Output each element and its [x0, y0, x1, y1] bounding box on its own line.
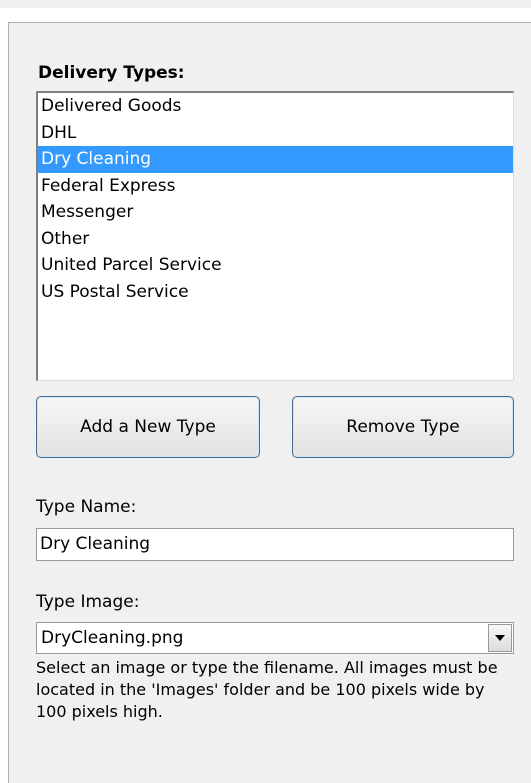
type-name-label: Type Name:: [36, 497, 137, 517]
add-new-type-button[interactable]: Add a New Type: [36, 396, 260, 458]
list-item[interactable]: Messenger: [38, 199, 513, 226]
delivery-types-listbox[interactable]: Delivered Goods DHL Dry Cleaning Federal…: [36, 91, 514, 381]
list-item[interactable]: US Postal Service: [38, 279, 513, 306]
list-item[interactable]: United Parcel Service: [38, 252, 513, 279]
list-item[interactable]: Other: [38, 226, 513, 253]
type-image-value[interactable]: DryCleaning.png: [41, 623, 183, 653]
chevron-down-icon: [495, 635, 505, 641]
list-item[interactable]: Dry Cleaning: [38, 146, 513, 173]
delivery-types-heading: Delivery Types:: [38, 63, 185, 83]
type-image-combobox[interactable]: DryCleaning.png: [36, 622, 514, 654]
list-item[interactable]: Federal Express: [38, 173, 513, 200]
type-name-input[interactable]: Dry Cleaning: [36, 528, 514, 561]
dropdown-button[interactable]: [488, 624, 512, 652]
top-strip: [0, 0, 531, 8]
type-image-help-text: Select an image or type the filename. Al…: [36, 658, 498, 721]
list-item[interactable]: DHL: [38, 120, 513, 147]
type-image-label: Type Image:: [36, 592, 140, 612]
list-item[interactable]: Delivered Goods: [38, 93, 513, 120]
remove-type-button[interactable]: Remove Type: [292, 396, 514, 458]
